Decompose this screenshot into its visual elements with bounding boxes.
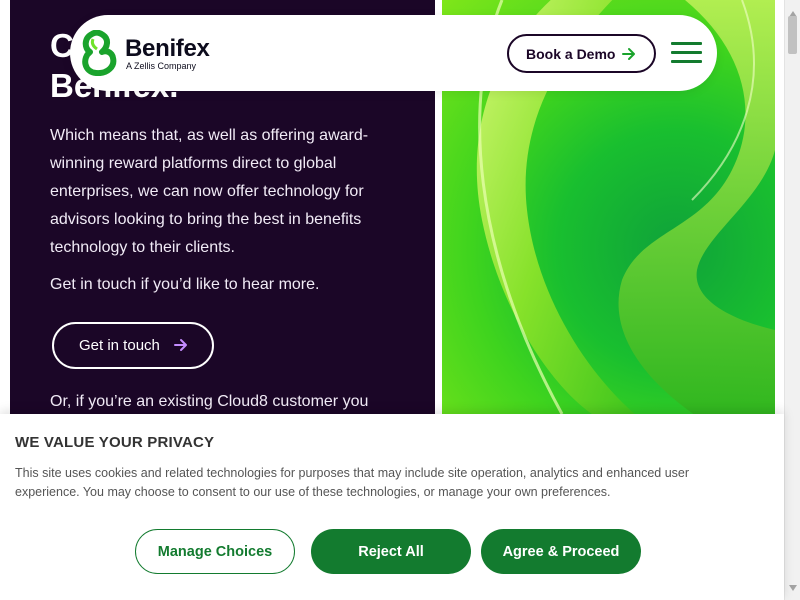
cookie-description: This site uses cookies and related techn… — [15, 466, 690, 499]
get-in-touch-button[interactable]: Get in touch — [52, 322, 214, 369]
hero-paragraph-existing: Or, if you’re an existing Cloud8 custome… — [50, 393, 369, 410]
logo-tagline: A Zellis Company — [126, 61, 197, 71]
book-demo-label: Book a Demo — [526, 45, 616, 62]
site-header: Benifex A Zellis Company Book a Demo — [70, 15, 717, 91]
scroll-down-arrow-icon[interactable] — [789, 578, 797, 596]
arrow-right-icon — [620, 45, 638, 66]
hero-paragraph: Which means that, as well as offering aw… — [50, 127, 369, 256]
agree-proceed-button[interactable]: Agree & Proceed — [481, 529, 641, 574]
page-scrollbar[interactable] — [784, 0, 800, 600]
hero-paragraph-contact: Get in touch if you’d like to hear more. — [50, 276, 320, 293]
hamburger-menu-icon[interactable] — [671, 42, 702, 64]
scroll-thumb[interactable] — [788, 16, 797, 54]
cookie-banner: WE VALUE YOUR PRIVACY This site uses coo… — [0, 414, 784, 600]
book-demo-button[interactable]: Book a Demo — [507, 34, 656, 73]
arrow-right-icon — [172, 336, 190, 358]
get-in-touch-label: Get in touch — [79, 337, 160, 354]
cookie-title: WE VALUE YOUR PRIVACY — [15, 434, 215, 451]
benifex-b-logo-icon[interactable] — [82, 29, 118, 81]
manage-choices-button[interactable]: Manage Choices — [135, 529, 295, 574]
logo-wordmark[interactable]: Benifex — [125, 35, 210, 63]
reject-all-button[interactable]: Reject All — [311, 529, 471, 574]
